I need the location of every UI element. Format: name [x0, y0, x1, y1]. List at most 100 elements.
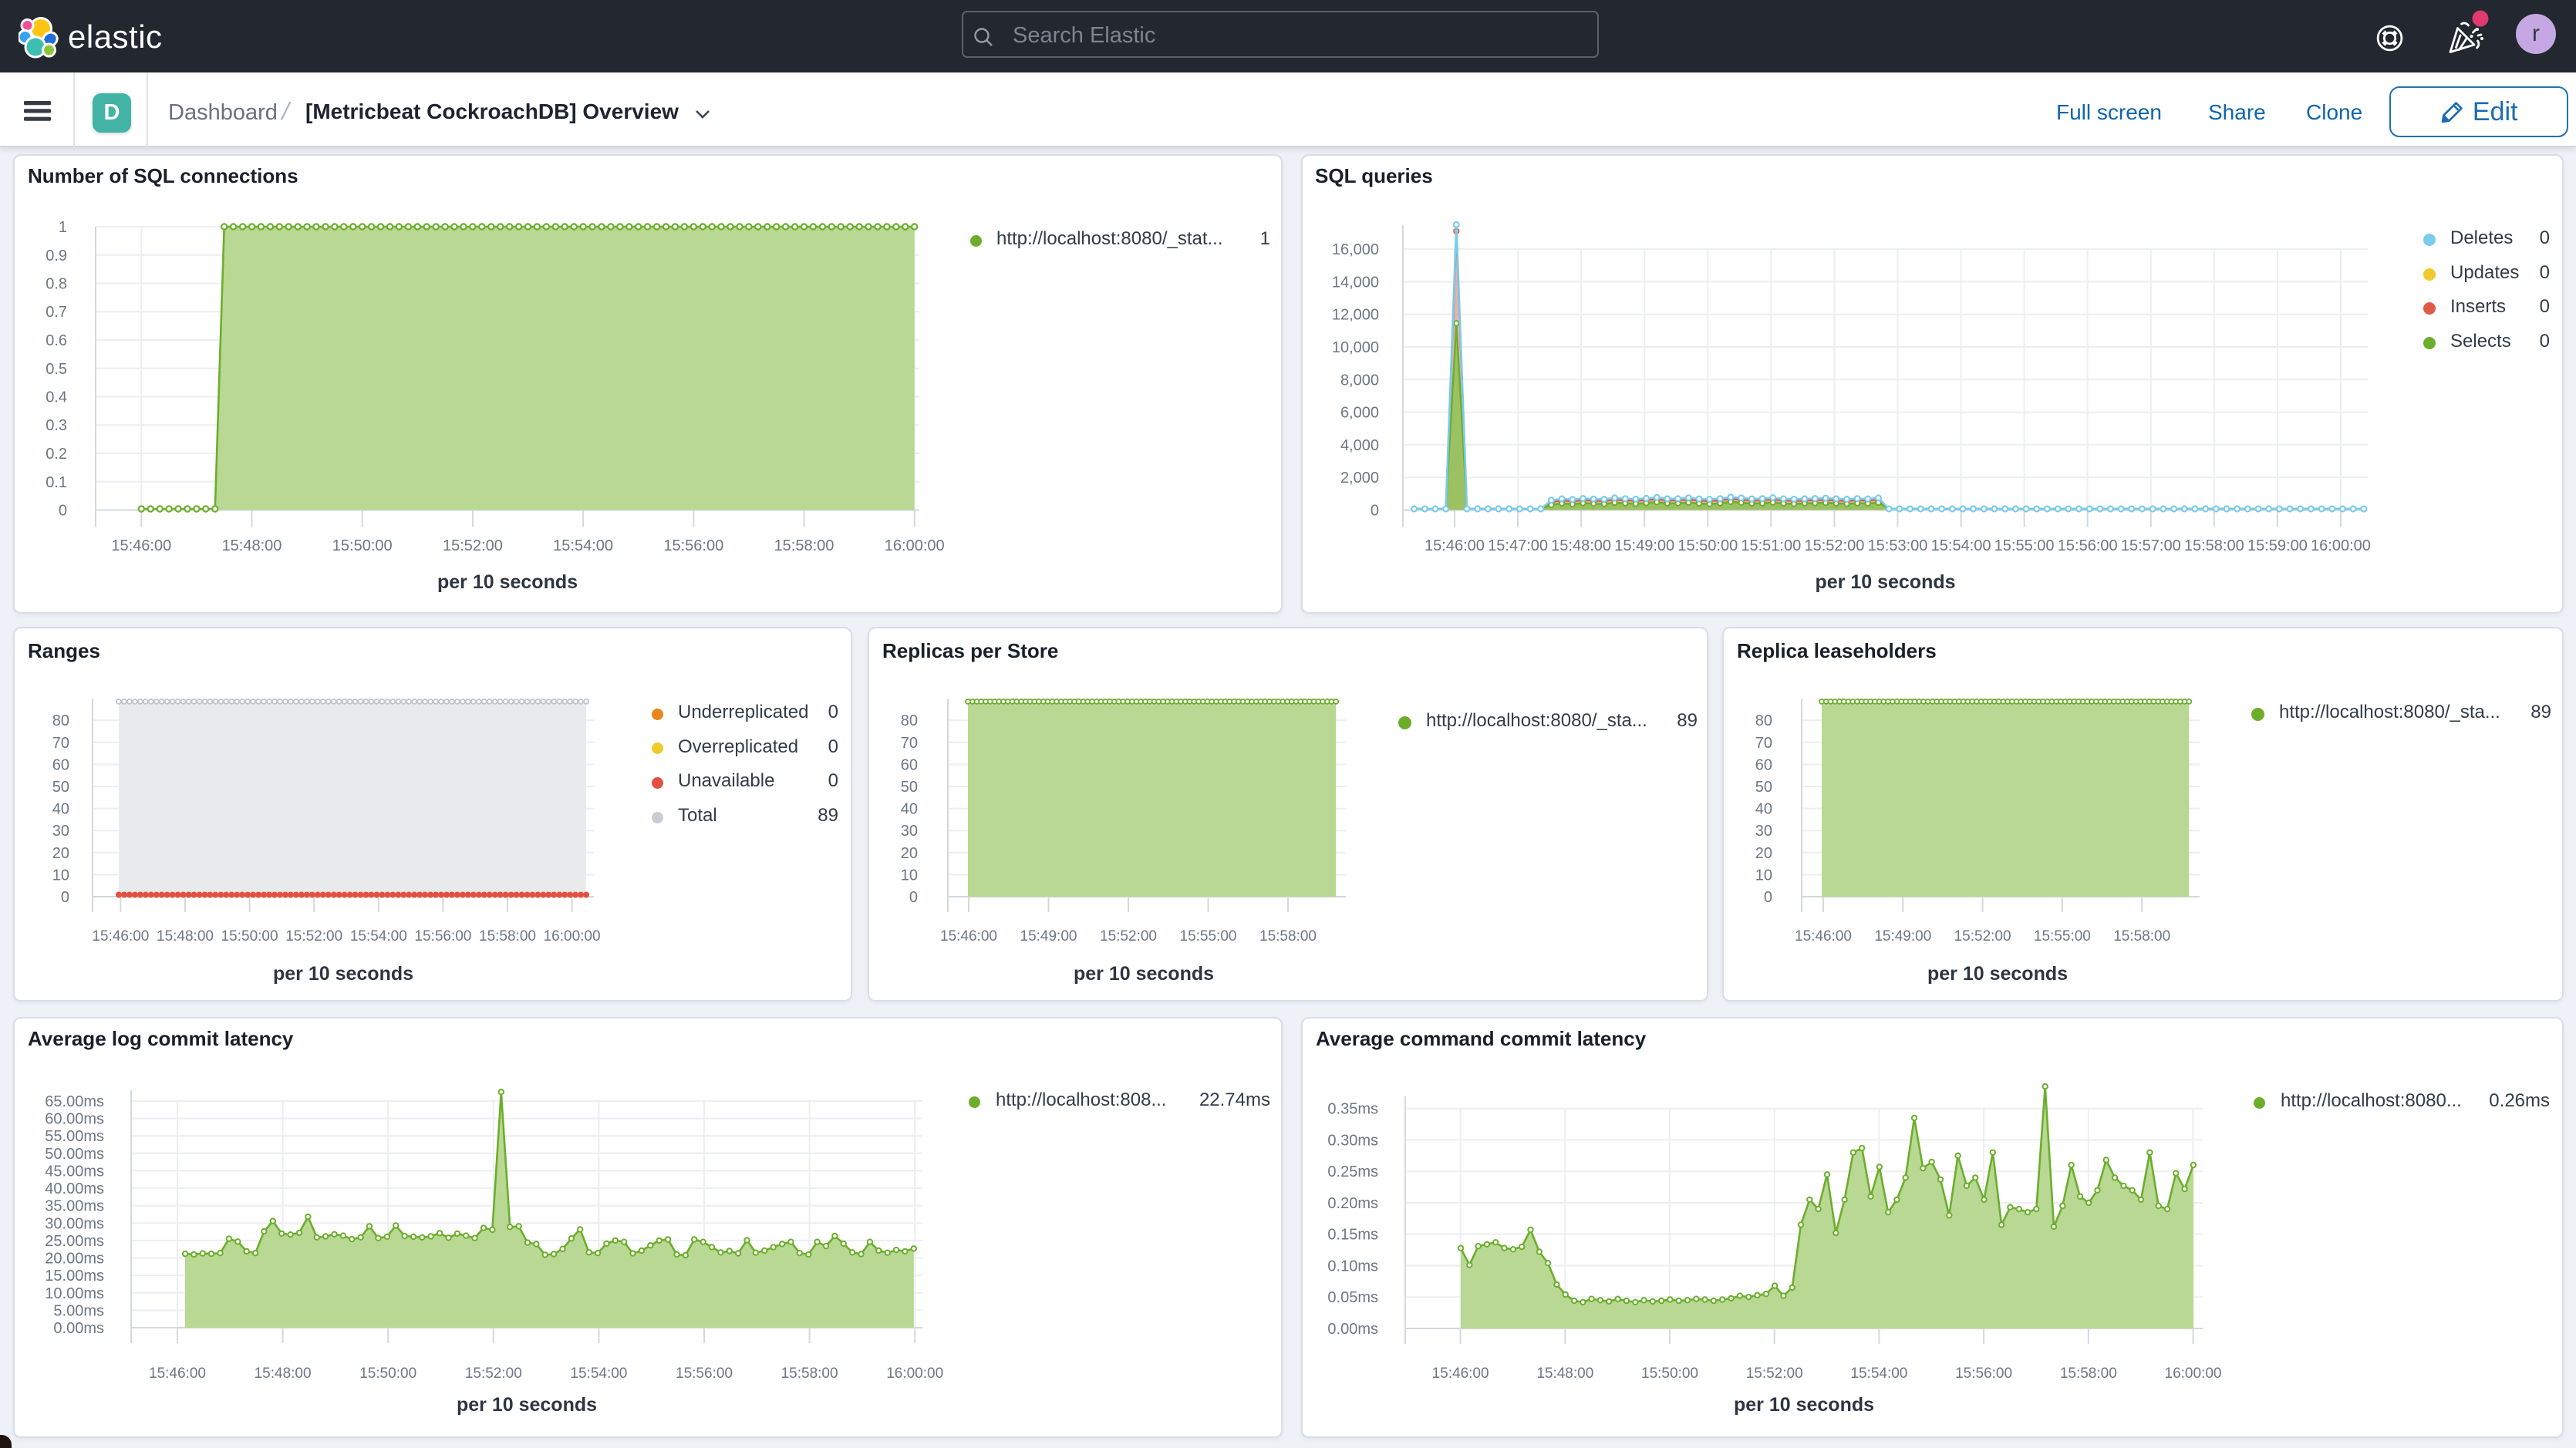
svg-text:15:58:00: 15:58:00: [781, 1365, 838, 1382]
svg-text:40: 40: [1755, 801, 1772, 818]
svg-text:0.7: 0.7: [46, 304, 67, 321]
svg-text:15:48:00: 15:48:00: [1536, 1365, 1593, 1382]
svg-text:per 10 seconds: per 10 seconds: [273, 963, 413, 985]
svg-text:15:52:00: 15:52:00: [285, 928, 342, 945]
svg-text:15:50:00: 15:50:00: [221, 928, 278, 945]
svg-text:per 10 seconds: per 10 seconds: [457, 1394, 597, 1416]
svg-text:15:56:00: 15:56:00: [663, 537, 723, 554]
svg-text:15:52:00: 15:52:00: [1746, 1365, 1803, 1382]
svg-text:0.1: 0.1: [46, 474, 67, 491]
svg-text:25.00ms: 25.00ms: [45, 1233, 104, 1250]
svg-text:15:59:00: 15:59:00: [2247, 537, 2308, 554]
svg-text:10.00ms: 10.00ms: [45, 1285, 104, 1302]
svg-text:15:51:00: 15:51:00: [1741, 537, 1801, 554]
svg-text:15:46:00: 15:46:00: [1425, 537, 1485, 554]
svg-text:per 10 seconds: per 10 seconds: [1734, 1394, 1874, 1416]
svg-text:65.00ms: 65.00ms: [45, 1093, 104, 1110]
svg-text:0.4: 0.4: [46, 389, 67, 406]
svg-text:15:46:00: 15:46:00: [111, 537, 171, 554]
svg-text:60.00ms: 60.00ms: [45, 1111, 104, 1128]
svg-text:15:55:00: 15:55:00: [2034, 928, 2091, 945]
svg-text:15:52:00: 15:52:00: [465, 1365, 522, 1382]
svg-text:15:54:00: 15:54:00: [350, 928, 407, 945]
svg-text:15:50:00: 15:50:00: [359, 1365, 416, 1382]
svg-text:0.30ms: 0.30ms: [1327, 1132, 1378, 1149]
svg-text:15:46:00: 15:46:00: [940, 928, 997, 945]
svg-text:15:58:00: 15:58:00: [479, 928, 536, 945]
svg-text:15:46:00: 15:46:00: [1795, 928, 1852, 945]
svg-text:16:00:00: 16:00:00: [885, 537, 945, 554]
svg-text:15:50:00: 15:50:00: [332, 537, 393, 554]
svg-text:per 10 seconds: per 10 seconds: [1815, 571, 1955, 593]
svg-text:0.15ms: 0.15ms: [1327, 1227, 1378, 1244]
svg-text:10,000: 10,000: [1332, 339, 1379, 356]
svg-text:30: 30: [52, 823, 69, 840]
svg-text:15:54:00: 15:54:00: [1931, 537, 1991, 554]
svg-text:80: 80: [52, 712, 69, 729]
svg-text:35.00ms: 35.00ms: [45, 1198, 104, 1215]
svg-text:15:56:00: 15:56:00: [414, 928, 471, 945]
svg-text:15.00ms: 15.00ms: [45, 1268, 104, 1285]
svg-text:per 10 seconds: per 10 seconds: [1927, 963, 2068, 985]
svg-text:0.6: 0.6: [46, 332, 67, 349]
svg-text:15:52:00: 15:52:00: [443, 537, 503, 554]
svg-text:0.20ms: 0.20ms: [1327, 1195, 1378, 1212]
svg-text:0.9: 0.9: [46, 248, 67, 264]
svg-text:20: 20: [1755, 845, 1772, 862]
svg-text:70: 70: [1755, 735, 1772, 752]
svg-text:60: 60: [1755, 756, 1772, 773]
svg-text:70: 70: [901, 735, 918, 752]
svg-text:16:00:00: 16:00:00: [2311, 537, 2371, 554]
svg-text:15:49:00: 15:49:00: [1874, 928, 1931, 945]
svg-text:55.00ms: 55.00ms: [45, 1128, 104, 1145]
svg-text:0.05ms: 0.05ms: [1327, 1289, 1378, 1306]
svg-text:15:52:00: 15:52:00: [1954, 928, 2011, 945]
svg-text:30.00ms: 30.00ms: [45, 1215, 104, 1232]
svg-text:50.00ms: 50.00ms: [45, 1146, 104, 1163]
svg-text:15:54:00: 15:54:00: [570, 1365, 627, 1382]
svg-text:50: 50: [1755, 779, 1772, 796]
svg-text:12,000: 12,000: [1332, 307, 1379, 324]
svg-text:16:00:00: 16:00:00: [886, 1365, 943, 1382]
svg-text:15:48:00: 15:48:00: [222, 537, 282, 554]
svg-text:0.8: 0.8: [46, 276, 67, 293]
svg-text:15:55:00: 15:55:00: [1180, 928, 1237, 945]
svg-text:60: 60: [901, 756, 918, 773]
svg-text:15:58:00: 15:58:00: [1259, 928, 1317, 945]
svg-text:15:56:00: 15:56:00: [2058, 537, 2118, 554]
svg-text:15:52:00: 15:52:00: [1100, 928, 1157, 945]
svg-text:16:00:00: 16:00:00: [544, 928, 601, 945]
svg-text:15:48:00: 15:48:00: [157, 928, 214, 945]
svg-text:15:49:00: 15:49:00: [1020, 928, 1077, 945]
svg-text:15:57:00: 15:57:00: [2121, 537, 2181, 554]
svg-text:6,000: 6,000: [1340, 405, 1379, 422]
svg-text:0.35ms: 0.35ms: [1327, 1101, 1378, 1118]
svg-text:0.3: 0.3: [46, 417, 67, 434]
svg-text:15:58:00: 15:58:00: [774, 537, 835, 554]
svg-text:15:50:00: 15:50:00: [1641, 1365, 1698, 1382]
svg-text:80: 80: [901, 712, 918, 729]
svg-text:45.00ms: 45.00ms: [45, 1163, 104, 1180]
svg-text:8,000: 8,000: [1340, 372, 1379, 389]
svg-text:80: 80: [1755, 712, 1772, 729]
svg-text:0.10ms: 0.10ms: [1327, 1258, 1378, 1275]
svg-text:15:46:00: 15:46:00: [92, 928, 149, 945]
svg-text:10: 10: [1755, 867, 1772, 884]
svg-text:0: 0: [1371, 503, 1379, 520]
svg-text:0.00ms: 0.00ms: [1327, 1321, 1378, 1338]
svg-text:50: 50: [52, 779, 69, 796]
svg-text:10: 10: [901, 867, 918, 884]
svg-text:0: 0: [59, 503, 67, 520]
svg-text:40: 40: [52, 801, 69, 818]
svg-text:60: 60: [52, 756, 69, 773]
svg-text:0: 0: [909, 889, 918, 906]
svg-text:30: 30: [1755, 823, 1772, 840]
svg-text:40: 40: [901, 801, 918, 818]
svg-text:15:49:00: 15:49:00: [1614, 537, 1674, 554]
svg-text:0.5: 0.5: [46, 361, 67, 378]
svg-text:15:56:00: 15:56:00: [1955, 1365, 2012, 1382]
svg-text:15:55:00: 15:55:00: [1994, 537, 2055, 554]
svg-text:15:52:00: 15:52:00: [1804, 537, 1864, 554]
svg-text:15:58:00: 15:58:00: [2113, 928, 2170, 945]
svg-text:1: 1: [59, 219, 67, 236]
